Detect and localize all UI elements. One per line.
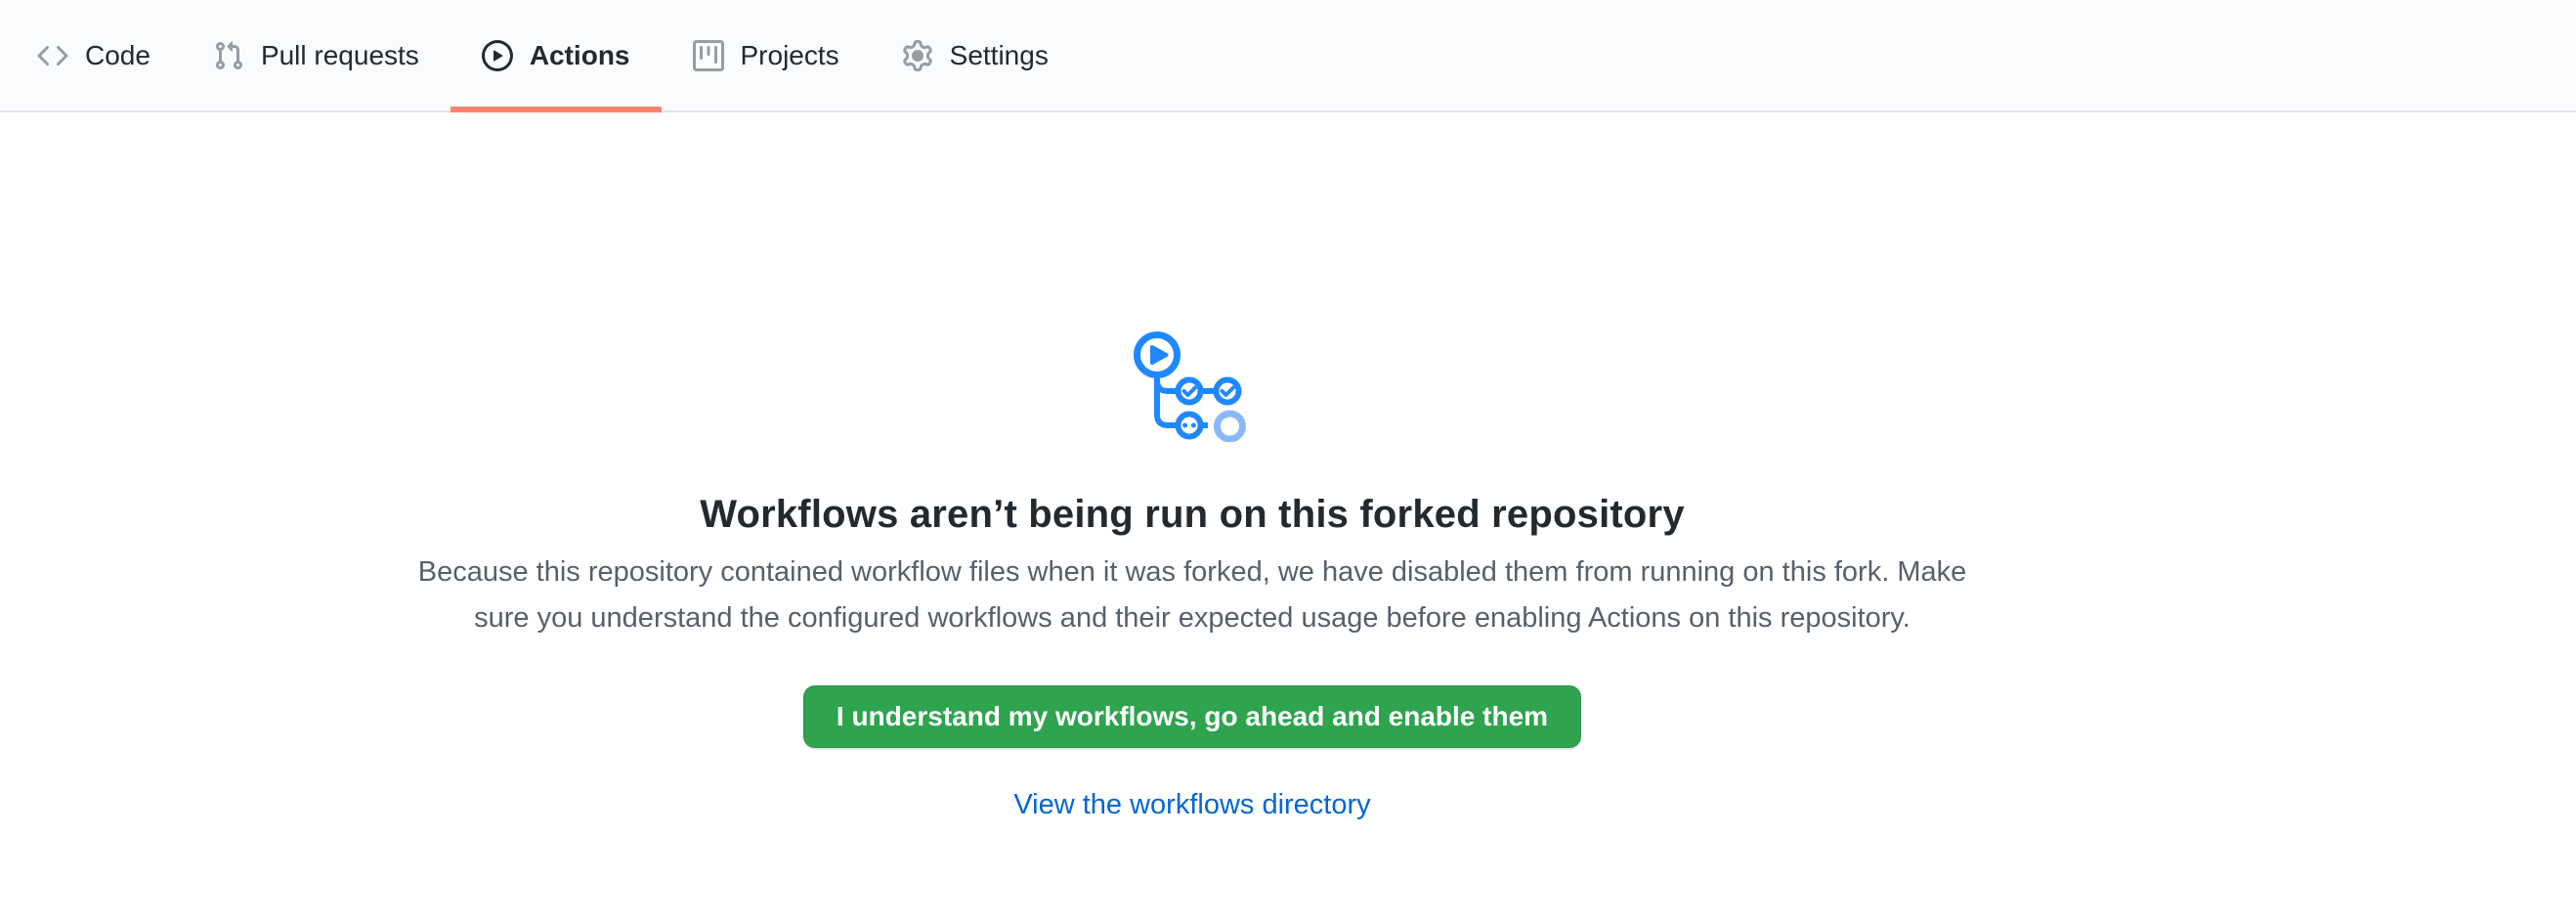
tab-projects[interactable]: Projects [662, 0, 871, 110]
tab-settings[interactable]: Settings [871, 0, 1080, 110]
actions-disabled-blankslate: Workflows aren’t being run on this forke… [0, 331, 2384, 821]
tab-label: Actions [530, 40, 630, 71]
gear-icon [902, 40, 933, 71]
enable-workflows-button[interactable]: I understand my workflows, go ahead and … [803, 685, 1581, 748]
tab-pull-requests[interactable]: Pull requests [182, 0, 451, 110]
tab-label: Pull requests [261, 40, 419, 71]
workflow-graph-icon [1132, 331, 1254, 442]
repo-tab-bar: Code Pull requests Actions Projects Sett… [0, 0, 2576, 112]
git-pull-request-icon [213, 40, 244, 71]
blankslate-heading: Workflows aren’t being run on this forke… [0, 490, 2384, 539]
play-icon [482, 40, 513, 71]
workflows-directory-link-row: View the workflows directory [0, 789, 2384, 821]
project-icon [693, 40, 724, 71]
blankslate-description-line1: Because this repository contained workfl… [0, 549, 2384, 595]
tab-actions[interactable]: Actions [451, 0, 662, 110]
view-workflows-directory-link[interactable]: View the workflows directory [1013, 789, 1370, 820]
tab-label: Code [85, 40, 150, 71]
blankslate-description-line2: sure you understand the configured workf… [0, 595, 2384, 641]
blankslate-description: Because this repository contained workfl… [0, 549, 2384, 641]
code-icon [37, 40, 68, 71]
tab-label: Projects [741, 40, 839, 71]
tab-label: Settings [950, 40, 1049, 71]
tab-code[interactable]: Code [6, 0, 182, 110]
